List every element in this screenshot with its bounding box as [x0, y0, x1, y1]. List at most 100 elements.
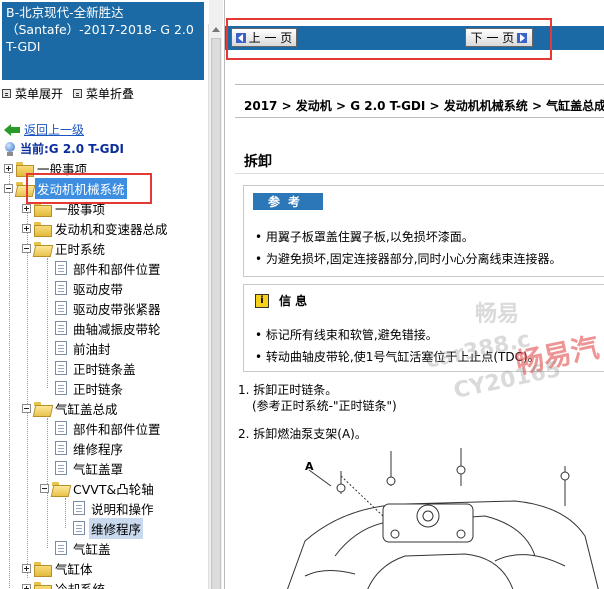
tree-node[interactable]: 一般事项 [22, 198, 107, 218]
previous-page-label: 上 一 页 [248, 31, 293, 45]
tree-node-label[interactable]: 发动机和变速器总成 [53, 218, 170, 239]
tree-node[interactable]: 说明和操作 [73, 498, 156, 518]
tree-node[interactable]: 气缸盖 [55, 538, 113, 558]
breadcrumb: 2017 > 发动机 > G 2.0 T-GDI > 发动机机械系统 > 气缸盖… [244, 99, 604, 113]
navigation-pane: B-北京现代-全新胜达（Santafe）-2017-2018- G 2.0 T-… [0, 0, 206, 589]
current-location-label: 当前:G 2.0 T-GDI [20, 142, 124, 156]
back-arrow-icon [4, 123, 20, 136]
content-pane: 上 一 页 下 一 页 2017 > 发动机 > G 2.0 T-GDI > 发… [224, 0, 604, 589]
tree-node[interactable]: 发动机和变速器总成 [22, 218, 170, 238]
tree-node[interactable]: 驱动皮带张紧器 [55, 298, 163, 318]
document-icon [55, 361, 67, 375]
tree-node[interactable]: 部件和部件位置 [55, 418, 163, 438]
tree-node-label[interactable]: 正时链条 [71, 378, 125, 399]
document-icon [55, 281, 67, 295]
tree-node[interactable]: CVVT&凸轮轴 [40, 478, 156, 498]
tree-connector [65, 498, 66, 528]
expand-icon [2, 88, 11, 98]
tree-node[interactable]: 冷却系统 [22, 578, 107, 589]
tree-node[interactable]: 一般事项 [4, 158, 89, 178]
arrow-right-icon [517, 32, 528, 43]
tree-node-label[interactable]: CVVT&凸轮轴 [71, 478, 156, 499]
current-location: 当前:G 2.0 T-GDI [4, 140, 124, 157]
tree-node[interactable]: 曲轴减振皮带轮 [55, 318, 163, 338]
tree-node-label[interactable]: 说明和操作 [89, 498, 156, 519]
tree-node-label[interactable]: 部件和部件位置 [71, 418, 163, 439]
back-link-row[interactable]: 返回上一级 [4, 121, 84, 138]
document-icon [55, 421, 67, 435]
tree-node-label[interactable]: 一般事项 [35, 158, 89, 179]
document-icon [55, 321, 67, 335]
collapse-toggle-icon[interactable] [22, 243, 31, 253]
collapse-toggle-icon[interactable] [4, 183, 13, 193]
previous-page-button[interactable]: 上 一 页 [231, 28, 297, 47]
tree-node[interactable]: 发动机机械系统 [4, 177, 127, 199]
next-page-button[interactable]: 下 一 页 [465, 28, 533, 47]
tree-node-label[interactable]: 驱动皮带 [71, 278, 125, 299]
divider [235, 173, 604, 174]
divider [235, 117, 604, 118]
tree-node-label[interactable]: 驱动皮带张紧器 [71, 298, 163, 319]
tree-node[interactable]: 正时链条 [55, 378, 125, 398]
expand-toggle-icon[interactable] [22, 563, 31, 573]
folder-icon [34, 221, 52, 237]
tree-node[interactable]: 气缸盖总成 [22, 398, 120, 418]
tree-node-label-selected[interactable]: 发动机机械系统 [35, 177, 127, 199]
back-link[interactable]: 返回上一级 [24, 121, 84, 138]
tree-node-label[interactable]: 冷却系统 [53, 578, 107, 589]
tree-node-label[interactable]: 曲轴减振皮带轮 [71, 318, 163, 339]
tree-node[interactable]: 气缸体 [22, 558, 95, 578]
tree-node[interactable]: 部件和部件位置 [55, 258, 163, 278]
document-icon [55, 301, 67, 315]
collapse-menu-button[interactable]: 菜单折叠 [73, 85, 134, 102]
expand-toggle-icon[interactable] [22, 203, 31, 213]
info-item: • 标记所有线束和软管,避免错接。 [255, 328, 438, 342]
folder-icon [34, 581, 52, 589]
scroll-up-icon[interactable] [212, 27, 220, 32]
tree-node[interactable]: 正时系统 [22, 238, 107, 258]
tree-connector [9, 168, 10, 589]
tree-node-label[interactable]: 一般事项 [53, 198, 107, 219]
tree-node[interactable]: 维修程序 [73, 517, 144, 539]
scrollbar-thumb[interactable] [211, 38, 221, 589]
tree-node[interactable]: 正时链条盖 [55, 358, 138, 378]
document-icon [55, 341, 67, 355]
tree-node-label[interactable]: 气缸盖 [71, 538, 113, 559]
step-2-text: 2. 拆卸燃油泵支架(A)。 [238, 427, 367, 441]
left-scrollbar[interactable] [208, 0, 223, 589]
tree-node[interactable]: 维修程序 [55, 438, 125, 458]
expand-toggle-icon[interactable] [4, 163, 13, 173]
tree-node-label[interactable]: 气缸盖罩 [71, 458, 125, 479]
folder-icon [34, 561, 52, 577]
tree-node-label[interactable]: 维修程序 [71, 438, 125, 459]
expand-toggle-icon[interactable] [22, 223, 31, 233]
document-title: B-北京现代-全新胜达（Santafe）-2017-2018- G 2.0 T-… [2, 2, 204, 80]
document-icon [55, 461, 67, 475]
info-header: i 信 息 [255, 292, 307, 309]
step-1-reference: (参考正时系统-"正时链条") [252, 399, 397, 413]
collapse-toggle-icon[interactable] [22, 403, 31, 413]
document-icon [55, 541, 67, 555]
reference-header: 参考 [253, 193, 323, 210]
collapse-toggle-icon[interactable] [40, 483, 49, 493]
tree-node-label[interactable]: 正时系统 [53, 238, 107, 259]
tree-node-label[interactable]: 前油封 [71, 338, 113, 359]
folder-open-icon [52, 481, 68, 495]
tree-node[interactable]: 前油封 [55, 338, 113, 358]
page-navigation-bar: 上 一 页 下 一 页 [225, 26, 604, 50]
expand-menu-button[interactable]: 菜单展开 [2, 85, 63, 102]
tree-node[interactable]: 驱动皮带 [55, 278, 125, 298]
tree-node-label[interactable]: 部件和部件位置 [71, 258, 163, 279]
tree-node[interactable]: 气缸盖罩 [55, 458, 125, 478]
tree-connector [47, 258, 48, 388]
tree-node-label[interactable]: 正时链条盖 [71, 358, 138, 379]
step-1: 1. 拆卸正时链条。 (参考正时系统-"正时链条") [238, 382, 397, 414]
step-1-text: 1. 拆卸正时链条。 [238, 383, 338, 397]
tree-node-label-current[interactable]: 维修程序 [89, 517, 144, 539]
divider [235, 84, 604, 85]
fuel-pump-bracket-diagram: A [287, 448, 599, 589]
expand-toggle-icon[interactable] [22, 583, 31, 589]
folder-icon [34, 201, 52, 217]
tree-node-label[interactable]: 气缸盖总成 [53, 398, 120, 419]
tree-node-label[interactable]: 气缸体 [53, 558, 95, 579]
